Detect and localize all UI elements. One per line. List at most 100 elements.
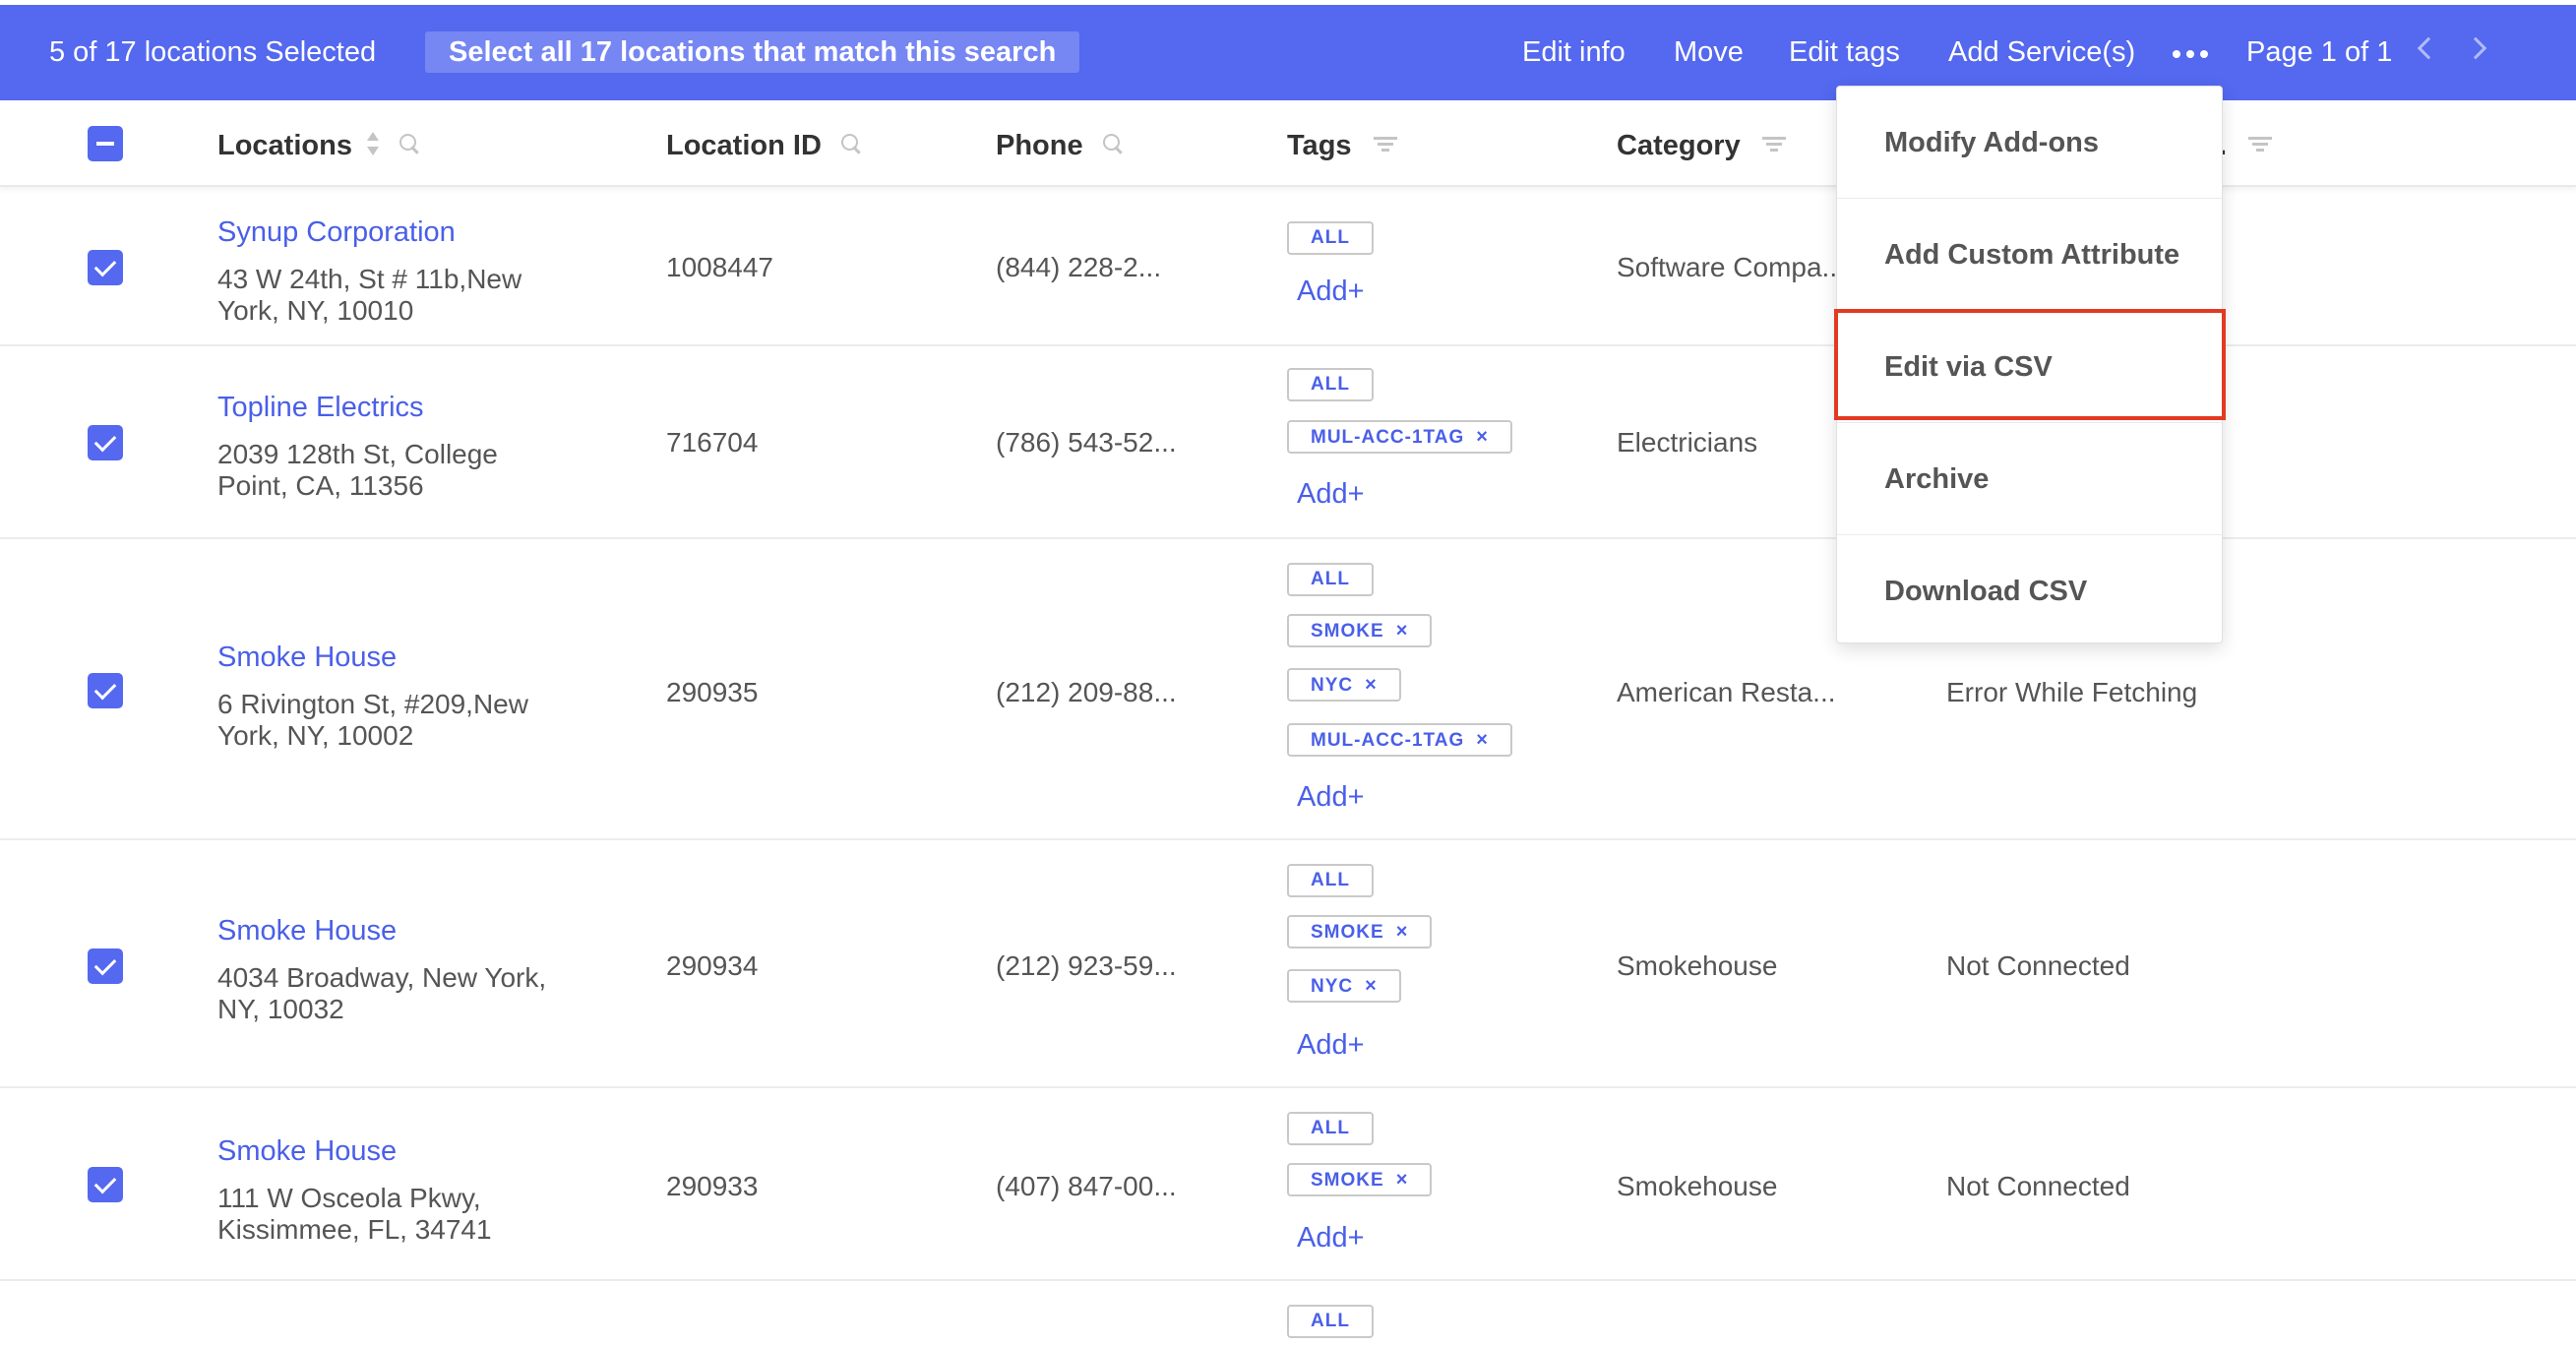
tag-label: ALL: [1311, 1311, 1350, 1331]
row-checkbox[interactable]: [88, 948, 123, 984]
row-checkbox[interactable]: [88, 1167, 123, 1202]
filter-icon[interactable]: [2248, 135, 2273, 153]
column-header-location-id[interactable]: Location ID: [666, 100, 861, 187]
address-line: 2039 128th St, College: [217, 439, 498, 469]
search-icon[interactable]: [1102, 134, 1123, 153]
filter-icon[interactable]: [1761, 135, 1786, 153]
phone: (844) 228-2...: [996, 252, 1162, 282]
tag-label: MUL-ACC-1TAG: [1311, 730, 1465, 751]
category: American Resta...: [1617, 677, 1836, 707]
remove-tag-icon[interactable]: ×: [1396, 921, 1409, 943]
address-line: 111 W Osceola Pkwy,: [217, 1183, 481, 1213]
more-actions-menu: Modify Add-ons Add Custom Attribute Edit…: [1836, 86, 2223, 643]
table-row[interactable]: ALL: [0, 1281, 2576, 1346]
menu-item-edit-via-csv[interactable]: Edit via CSV: [1837, 311, 2222, 423]
remove-tag-icon[interactable]: ×: [1396, 1169, 1409, 1191]
location-id: 716704: [666, 427, 759, 458]
address-line: Kissimmee, FL, 34741: [217, 1214, 492, 1245]
connection-status: Not Connected: [1946, 1171, 2130, 1201]
address-line: NY, 10032: [217, 994, 344, 1024]
category: Smokehouse: [1617, 950, 1778, 981]
tag-chip: NYC ×: [1287, 969, 1401, 1003]
location-address: 4034 Broadway, New York, NY, 10032: [217, 962, 546, 1025]
address-line: York, NY, 10002: [217, 720, 414, 751]
pagination-label: Page 1 of 1: [2246, 36, 2393, 68]
phone: (407) 847-00...: [996, 1171, 1177, 1201]
tag-chip: ALL: [1287, 563, 1374, 596]
address-line: 4034 Broadway, New York,: [217, 962, 547, 993]
edit-info-button[interactable]: Edit info: [1522, 5, 1625, 100]
select-all-checkbox[interactable]: [88, 126, 123, 161]
tag-label: NYC: [1311, 976, 1354, 997]
location-id: 290935: [666, 677, 759, 707]
sort-icon[interactable]: [366, 132, 380, 156]
location-address: 43 W 24th, St # 11b,New York, NY, 10010: [217, 264, 521, 327]
tag-chip: ALL: [1287, 221, 1374, 255]
tag-label: MUL-ACC-1TAG: [1311, 427, 1465, 448]
select-all-matching-button[interactable]: Select all 17 locations that match this …: [425, 31, 1080, 73]
tag-chip: ALL: [1287, 1305, 1374, 1338]
add-tag-link[interactable]: Add+: [1297, 781, 1365, 814]
tag-label: ALL: [1311, 870, 1350, 890]
tag-chip: SMOKE ×: [1287, 1163, 1433, 1196]
location-address: 6 Rivington St, #209,New York, NY, 10002: [217, 689, 528, 752]
tag-label: ALL: [1311, 374, 1350, 395]
location-id: 1008447: [666, 252, 774, 282]
column-label-location-id: Location ID: [666, 130, 822, 161]
tag-label: ALL: [1311, 227, 1350, 248]
menu-item-modify-addons[interactable]: Modify Add-ons: [1837, 87, 2222, 199]
column-header-category[interactable]: Category: [1617, 100, 1786, 187]
column-header-tags[interactable]: Tags: [1287, 100, 1397, 187]
add-tag-link[interactable]: Add+: [1297, 1222, 1365, 1254]
menu-item-archive[interactable]: Archive: [1837, 423, 2222, 535]
add-tag-link[interactable]: Add+: [1297, 275, 1365, 308]
table-row[interactable]: Smoke House 111 W Osceola Pkwy, Kissimmee…: [0, 1088, 2576, 1281]
tag-chip: SMOKE ×: [1287, 915, 1433, 948]
row-checkbox[interactable]: [88, 250, 123, 285]
location-name-link[interactable]: Smoke House: [217, 642, 397, 674]
table-row[interactable]: Smoke House 4034 Broadway, New York, NY, …: [0, 840, 2576, 1088]
category: Software Compa...: [1617, 252, 1845, 282]
category: Smokehouse: [1617, 1171, 1778, 1201]
tag-chip: ALL: [1287, 1112, 1374, 1145]
column-header-truncated[interactable]: .: [2219, 100, 2273, 187]
address-line: York, NY, 10010: [217, 295, 414, 326]
remove-tag-icon[interactable]: ×: [1476, 426, 1489, 448]
column-header-locations[interactable]: Locations: [217, 100, 419, 187]
connection-status: Error While Fetching: [1946, 677, 2198, 707]
selection-count: 5 of 17 locations Selected: [49, 36, 377, 68]
tag-chip: ALL: [1287, 864, 1374, 897]
remove-tag-icon[interactable]: ×: [1365, 674, 1378, 696]
search-icon[interactable]: [399, 134, 419, 153]
tag-chip: ALL: [1287, 368, 1374, 401]
remove-tag-icon[interactable]: ×: [1396, 620, 1409, 642]
move-button[interactable]: Move: [1674, 5, 1744, 100]
location-name-link[interactable]: Smoke House: [217, 1135, 397, 1168]
column-label-locations: Locations: [217, 130, 352, 161]
phone: (212) 209-88...: [996, 677, 1177, 707]
menu-item-download-csv[interactable]: Download CSV: [1837, 535, 2222, 647]
add-tag-link[interactable]: Add+: [1297, 1029, 1365, 1062]
search-icon[interactable]: [840, 134, 861, 153]
more-actions-icon[interactable]: [2173, 50, 2208, 58]
add-tag-link[interactable]: Add+: [1297, 478, 1365, 511]
tag-label: ALL: [1311, 569, 1350, 589]
address-line: Point, CA, 11356: [217, 470, 424, 501]
tag-label: ALL: [1311, 1118, 1350, 1138]
location-name-link[interactable]: Topline Electrics: [217, 392, 424, 424]
location-name-link[interactable]: Smoke House: [217, 915, 397, 948]
address-line: 43 W 24th, St # 11b,New: [217, 264, 522, 294]
row-checkbox[interactable]: [88, 673, 123, 708]
row-checkbox[interactable]: [88, 425, 123, 460]
column-label-tags: Tags: [1287, 130, 1352, 161]
menu-item-add-custom-attribute[interactable]: Add Custom Attribute: [1837, 199, 2222, 311]
next-page-icon[interactable]: [2464, 36, 2487, 60]
column-header-phone[interactable]: Phone: [996, 100, 1123, 187]
remove-tag-icon[interactable]: ×: [1476, 729, 1489, 751]
previous-page-icon[interactable]: [2417, 36, 2440, 60]
location-address: 111 W Osceola Pkwy, Kissimmee, FL, 34741: [217, 1183, 492, 1246]
location-name-link[interactable]: Synup Corporation: [217, 216, 456, 249]
remove-tag-icon[interactable]: ×: [1365, 975, 1378, 997]
tag-chip: MUL-ACC-1TAG ×: [1287, 723, 1512, 757]
filter-icon[interactable]: [1373, 135, 1397, 153]
